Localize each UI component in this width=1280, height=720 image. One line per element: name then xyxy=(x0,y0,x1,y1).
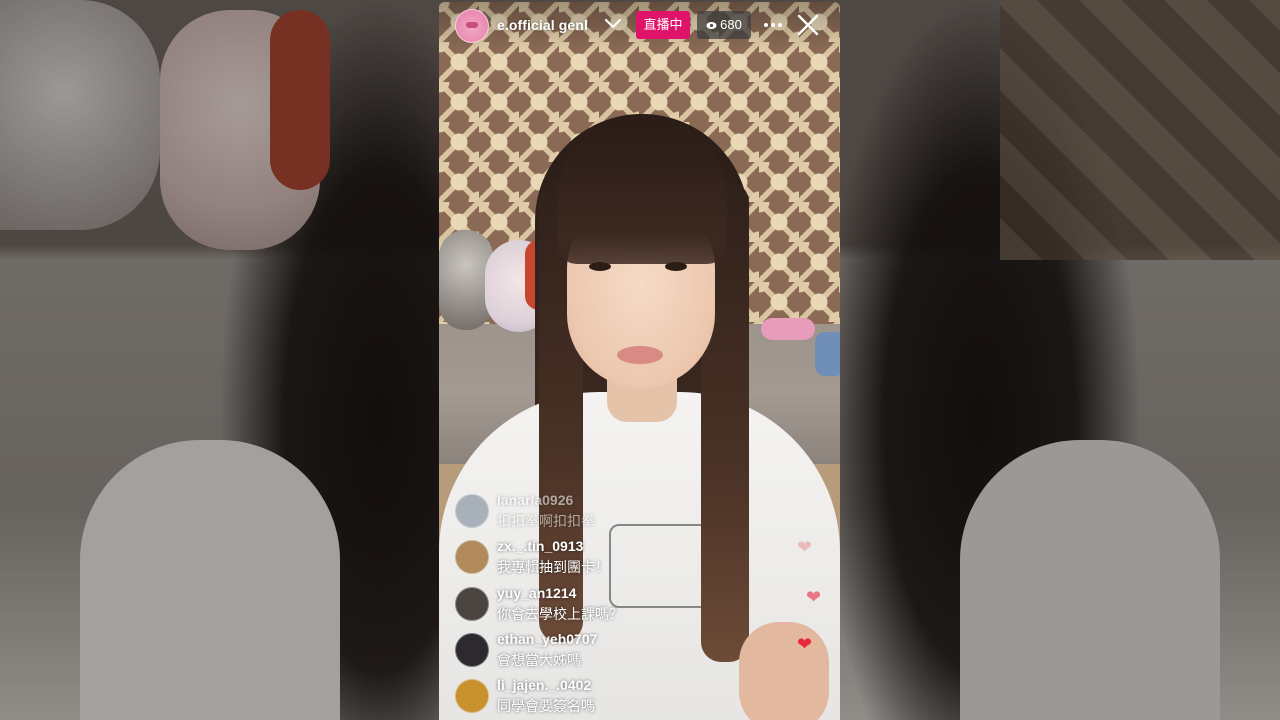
host-username[interactable]: e.official genl xyxy=(497,17,588,33)
live-stream-video[interactable]: e.official genl 直播中 680 lanarla0926 扣扣拳啊… xyxy=(439,2,840,720)
close-icon[interactable] xyxy=(797,14,819,36)
heart-icon: ❤ xyxy=(806,587,822,607)
commenter-avatar[interactable] xyxy=(455,633,489,667)
comment-text: 會想當大姊嗎 xyxy=(497,652,581,668)
comment-username[interactable]: zx._.tin_0913 xyxy=(497,538,583,554)
comment-username[interactable]: lanarla0926 xyxy=(497,492,573,508)
viewer-count-badge[interactable]: 680 xyxy=(697,11,751,39)
comment-username[interactable]: ethan_yeh0707 xyxy=(497,631,597,647)
comment-username[interactable]: yuy_an1214 xyxy=(497,585,576,601)
comment-text: 我專輯抽到團卡！ xyxy=(497,559,609,575)
viewer-count: 680 xyxy=(720,17,742,32)
more-horizontal-icon[interactable] xyxy=(763,18,783,32)
stream-header: e.official genl 直播中 680 xyxy=(439,2,840,50)
chevron-down-icon[interactable] xyxy=(604,18,622,30)
commenter-avatar[interactable] xyxy=(455,494,489,528)
comment-list: lanarla0926 扣扣拳啊扣扣拳 zx._.tin_0913 我專輯抽到團… xyxy=(439,486,759,720)
comment-text: 同學會要簽名嗎 xyxy=(497,698,595,714)
live-badge: 直播中 xyxy=(636,11,690,39)
host-avatar[interactable] xyxy=(455,9,489,43)
heart-icon: ❤ xyxy=(797,537,813,557)
commenter-avatar[interactable] xyxy=(455,587,489,621)
comment-item: li_jajen._.0402 同學會要簽名嗎 xyxy=(455,675,755,719)
eye-icon xyxy=(706,21,717,29)
comment-text: 你會去學校上課嗎？ xyxy=(497,606,623,622)
comment-item: lanarla0926 扣扣拳啊扣扣拳 xyxy=(455,490,755,534)
comment-username[interactable]: li_jajen._.0402 xyxy=(497,677,591,693)
commenter-avatar[interactable] xyxy=(455,679,489,713)
comment-item: zx._.tin_0913 我專輯抽到團卡！ xyxy=(455,536,755,580)
comment-item: ethan_yeh0707 會想當大姊嗎 xyxy=(455,629,755,673)
heart-icon: ❤ xyxy=(797,634,813,654)
comment-item: yuy_an1214 你會去學校上課嗎？ xyxy=(455,583,755,627)
commenter-avatar[interactable] xyxy=(455,540,489,574)
comment-text: 扣扣拳啊扣扣拳 xyxy=(497,513,595,529)
